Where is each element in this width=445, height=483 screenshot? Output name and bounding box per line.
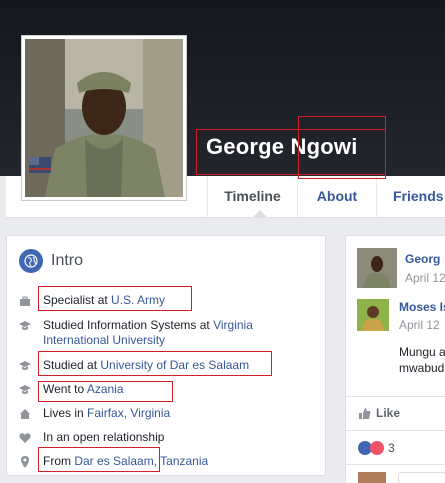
graduation-cap-icon <box>19 361 31 370</box>
city-link[interactable]: Fairfax, Virginia <box>87 406 170 420</box>
commenter-avatar[interactable] <box>357 299 389 331</box>
divider <box>346 396 445 397</box>
intro-item-prefix: Studied at <box>43 358 101 372</box>
tab-timeline[interactable]: Timeline <box>207 176 297 218</box>
graduation-cap-icon <box>19 321 31 330</box>
location-pin-icon <box>21 456 29 468</box>
employer-link[interactable]: U.S. Army <box>111 293 165 307</box>
intro-item-prefix: From <box>43 454 75 468</box>
comment-date[interactable]: April 12 <box>399 318 440 332</box>
commenter-name[interactable]: Moses Is <box>399 300 445 314</box>
tab-about[interactable]: About <box>297 176 376 217</box>
briefcase-icon <box>20 296 30 306</box>
post-author-name[interactable]: Georg <box>405 252 440 266</box>
comment-input[interactable] <box>398 472 445 483</box>
intro-item-prefix: Studied Information Systems at <box>43 318 214 332</box>
country-link[interactable]: Tanzania <box>157 454 208 468</box>
intro-item-prefix: Lives in <box>43 406 88 420</box>
globe-icon <box>19 249 43 273</box>
graduation-cap-icon <box>19 385 31 394</box>
comment-text-line: Mungu a <box>399 345 445 359</box>
reaction-count: 3 <box>388 441 395 455</box>
post-date[interactable]: April 12 <box>405 271 445 285</box>
like-label: Like <box>376 406 401 420</box>
house-icon <box>20 409 30 419</box>
reaction-summary[interactable]: 3 <box>358 441 395 455</box>
thumbs-up-icon <box>359 407 371 419</box>
intro-item-prefix: In an open relationship <box>43 430 165 444</box>
profile-name[interactable]: George Ngowi <box>206 134 358 160</box>
love-reaction-icon <box>370 441 384 455</box>
divider <box>346 430 445 431</box>
like-button[interactable]: Like <box>358 406 400 420</box>
intro-card: Intro Specialist at U.S. Army Studied In… <box>6 235 326 476</box>
intro-item-prefix: Went to <box>43 382 87 396</box>
timeline-feed: Georg April 12 Moses Is April 12 Mungu a… <box>345 235 445 483</box>
comment-avatar <box>358 472 386 483</box>
profile-picture[interactable] <box>21 35 187 201</box>
tab-friends[interactable]: Friends <box>376 176 445 217</box>
profile-photo-image <box>25 39 183 197</box>
divider <box>346 464 445 465</box>
comment-text-line: mwabud <box>399 361 445 375</box>
intro-header: Intro <box>19 249 83 273</box>
school-link[interactable]: University of Dar es Salaam <box>100 358 249 372</box>
heart-icon <box>19 433 31 443</box>
intro-item-prefix: Specialist at <box>43 293 112 307</box>
school-link[interactable]: Azania <box>87 382 124 396</box>
post-author-avatar[interactable] <box>357 248 397 288</box>
hometown-link[interactable]: Dar es Salaam, <box>74 454 157 468</box>
intro-title: Intro <box>51 252 84 269</box>
